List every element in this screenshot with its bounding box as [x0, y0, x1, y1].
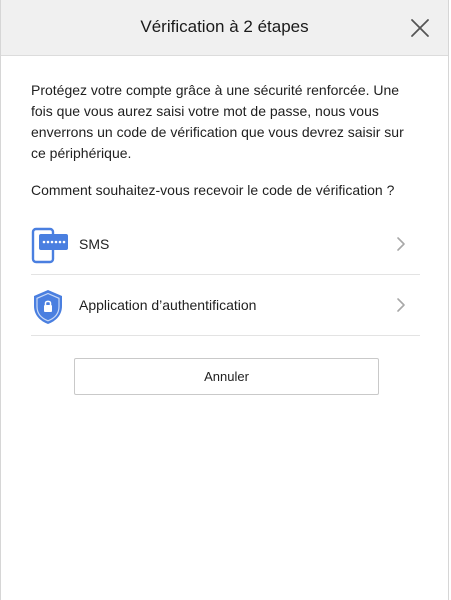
- option-sms[interactable]: SMS: [31, 215, 420, 275]
- two-step-verification-dialog: Vérification à 2 étapes Protégez votre c…: [0, 0, 449, 600]
- option-authenticator-app[interactable]: Application d’authentification: [31, 276, 420, 336]
- close-button[interactable]: [406, 14, 434, 42]
- option-authenticator-label: Application d’authentification: [79, 297, 257, 313]
- close-icon: [411, 19, 429, 37]
- dialog-header: Vérification à 2 étapes: [1, 0, 448, 56]
- cancel-button[interactable]: Annuler: [74, 358, 379, 395]
- dialog-content: Protégez votre compte grâce à une sécuri…: [31, 80, 421, 198]
- intro-text: Protégez votre compte grâce à une sécuri…: [31, 82, 404, 161]
- shield-lock-icon: [31, 288, 69, 326]
- sms-phone-icon: [31, 227, 69, 265]
- option-sms-label: SMS: [79, 236, 110, 252]
- chevron-right-icon: [394, 235, 408, 253]
- chevron-right-icon: [394, 296, 408, 314]
- dialog-title: Vérification à 2 étapes: [140, 17, 309, 36]
- method-question: Comment souhaitez-vous recevoir le code …: [31, 182, 395, 198]
